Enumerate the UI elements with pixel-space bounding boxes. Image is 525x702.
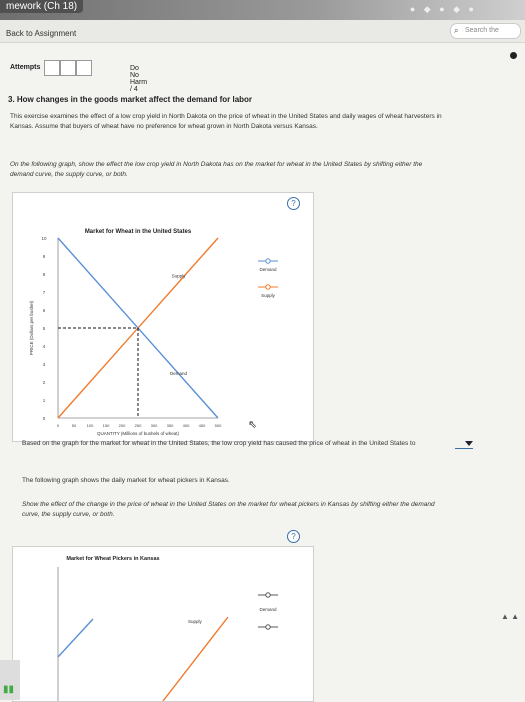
app-icon[interactable]: ▮▮ [3,684,14,695]
y-tick-label: 1 [43,398,46,403]
x-tick-label: 150 [103,423,110,428]
x-tick-label: 100 [87,423,94,428]
mouse-cursor-icon: ⇖ [248,419,258,431]
question-title: 3. How changes in the goods market affec… [8,95,253,104]
x-tick-label: 50 [72,423,77,428]
attempt-box [60,60,76,76]
x-tick-label: 400 [183,423,190,428]
legend-label-demand: Demand [259,607,277,612]
instruction-line: On the following graph, show the effect … [10,161,423,168]
chart-title: Market for Wheat in the United States [85,229,192,235]
x-tick-label: 500 [215,423,222,428]
attempt-box [76,60,92,76]
us-wheat-graph-panel: Market for Wheat in the United States 0 1 2… [12,192,314,442]
intro-line: Kansas. Assume that buyers of wheat have… [10,123,318,130]
browser-top-bar: mework (Ch 18) ● ◆ ● ◆ ● [0,0,525,20]
legend-handle-supply [265,624,271,630]
x-tick-label: 450 [199,423,206,428]
price-change-dropdown[interactable] [455,441,473,449]
kansas-graph-panel: Market for Wheat Pickers in Kansas Supply… [12,546,314,702]
series-line-supply [162,616,229,701]
question-intro: This exercise examines the effect of a l… [10,112,515,132]
back-to-assignment-link[interactable]: Back to Assignment [6,29,76,38]
x-tick-label: 250 [135,423,142,428]
intro-line: This exercise examines the effect of a l… [10,113,442,120]
help-icon[interactable]: ? [287,197,300,210]
info-icon[interactable] [510,52,517,59]
legend-label-demand: Demand [259,267,277,272]
x-tick-label: 200 [119,423,126,428]
y-tick-label: 9 [43,254,46,259]
y-tick-label: 10 [41,236,47,241]
y-tick-label: 8 [43,272,46,277]
kansas-instructions: Show the effect of the change in the pri… [22,500,512,520]
browser-toolbar: ⌕ Search the [0,20,525,43]
chart-title: Market for Wheat Pickers in Kansas [66,556,159,562]
x-tick-label: 300 [151,423,158,428]
curve-label-demand: Demand [170,371,188,376]
search-placeholder: Search the [465,27,499,34]
help-icon[interactable]: ? [287,530,300,543]
curve-label-supply: Supply [172,274,187,279]
result-text: Based on the graph for the market for wh… [22,440,416,447]
x-axis-label: QUANTITY (Millions of bushels of wheat) [97,431,179,436]
x-tick-label: 350 [167,423,174,428]
y-tick-label: 3 [43,362,46,367]
kansas-intro: The following graph shows the daily mark… [22,477,230,484]
legend-handle-supply [265,284,271,290]
instruction-line: demand curve, the supply curve, or both. [10,171,128,178]
x-tick-label: 0 [57,423,60,428]
y-tick-label: 0 [43,416,46,421]
score-label: Do No Harm / 4 [130,65,148,93]
scroll-arrows-icon[interactable]: ▲ ▲ [501,612,519,621]
chevron-down-icon [465,441,473,446]
y-tick-label: 2 [43,380,46,385]
curve-label-supply: Supply [188,619,203,624]
series-line-demand [57,618,94,658]
browser-tab[interactable]: mework (Ch 18) [0,0,84,13]
search-icon: ⌕ [454,26,459,35]
instruction-line: Show the effect of the change in the pri… [22,501,435,508]
kansas-wheat-pickers-chart[interactable]: Market for Wheat Pickers in Kansas Supply… [13,547,313,701]
legend-handle-demand [265,258,271,264]
us-wheat-market-chart[interactable]: Market for Wheat in the United States 0 1 2… [13,193,313,441]
legend-handle-demand [265,592,271,598]
search-input[interactable]: ⌕ Search the [450,23,521,39]
y-tick-label: 5 [43,326,46,331]
graph-instructions: On the following graph, show the effect … [10,160,515,180]
browser-extension-icons[interactable]: ● ◆ ● ◆ ● [410,4,477,15]
legend-label-supply: Supply [261,293,276,298]
y-tick-label: 7 [43,290,46,295]
attempt-box [44,60,60,76]
instruction-line: curve, the supply curve, or both. [22,511,115,518]
attempts-label: Attempts [10,64,41,71]
y-tick-label: 4 [43,344,46,349]
y-tick-label: 6 [43,308,46,313]
result-sentence: Based on the graph for the market for wh… [22,439,462,449]
y-axis-label: PRICE (Dollars per bushel) [29,300,34,355]
